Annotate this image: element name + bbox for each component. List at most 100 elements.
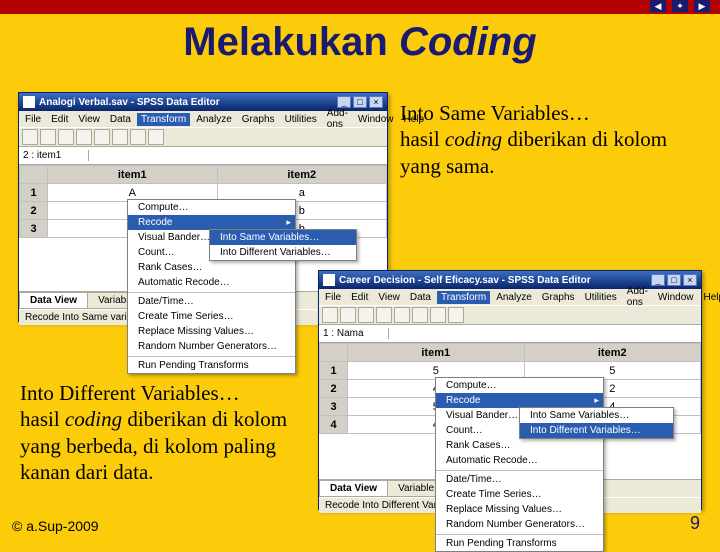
- tab-data-view[interactable]: Data View: [19, 292, 88, 309]
- menu-view[interactable]: View: [374, 291, 404, 304]
- caption1-body-em: coding: [445, 127, 502, 151]
- menu-item-rng[interactable]: Random Number Generators…: [128, 339, 295, 354]
- menu-item-date-time[interactable]: Date/Time…: [436, 470, 603, 487]
- menu-item-replace-missing[interactable]: Replace Missing Values…: [436, 502, 603, 517]
- submenu-into-different[interactable]: Into Different Variables…: [520, 423, 673, 438]
- menubar: File Edit View Data Transform Analyze Gr…: [319, 289, 701, 305]
- menu-utilities[interactable]: Utilities: [581, 291, 621, 304]
- app-icon: [23, 96, 35, 108]
- menu-analyze[interactable]: Analyze: [492, 291, 536, 304]
- slide-nav: ◀ ✦ ▶: [650, 0, 710, 12]
- row-header[interactable]: 2: [20, 202, 48, 220]
- menu-item-recode[interactable]: Recode: [436, 393, 603, 408]
- menu-transform[interactable]: Transform: [437, 291, 490, 304]
- app-icon: [323, 274, 335, 286]
- menu-item-run-pending[interactable]: Run Pending Transforms: [128, 356, 295, 373]
- slide-top-bar: [0, 0, 720, 14]
- menu-help[interactable]: Help: [400, 113, 429, 126]
- menu-analyze[interactable]: Analyze: [192, 113, 236, 126]
- caption2-head: Into Different Variables…: [20, 381, 240, 405]
- menu-item-create-time-series[interactable]: Create Time Series…: [436, 487, 603, 502]
- menu-file[interactable]: File: [321, 291, 345, 304]
- toolbar-button[interactable]: [130, 129, 146, 145]
- transform-dropdown: Compute… Recode Visual Bander… Count… Ra…: [127, 199, 296, 374]
- menu-item-compute[interactable]: Compute…: [128, 200, 295, 215]
- close-button[interactable]: ×: [683, 274, 697, 286]
- menu-window[interactable]: Window: [354, 113, 398, 126]
- row-header[interactable]: 3: [20, 220, 48, 238]
- col-header[interactable]: item1: [348, 344, 525, 362]
- toolbar-button[interactable]: [430, 307, 446, 323]
- col-header[interactable]: item2: [217, 166, 387, 184]
- window-title: Analogi Verbal.sav - SPSS Data Editor: [39, 97, 337, 108]
- menu-item-create-time-series[interactable]: Create Time Series…: [128, 309, 295, 324]
- row-header[interactable]: 4: [320, 416, 348, 434]
- menu-item-date-time[interactable]: Date/Time…: [128, 292, 295, 309]
- corner-cell: [20, 166, 48, 184]
- submenu-into-same[interactable]: Into Same Variables…: [520, 408, 673, 423]
- transform-dropdown: Compute… Recode Visual Bander… Count… Ra…: [435, 377, 604, 552]
- menu-item-rank-cases[interactable]: Rank Cases…: [436, 438, 603, 453]
- toolbar-button[interactable]: [40, 129, 56, 145]
- menu-help[interactable]: Help: [700, 291, 720, 304]
- col-header[interactable]: item1: [48, 166, 218, 184]
- close-button[interactable]: ×: [369, 96, 383, 108]
- tab-data-view[interactable]: Data View: [319, 480, 388, 497]
- toolbar-button[interactable]: [376, 307, 392, 323]
- toolbar-button[interactable]: [148, 129, 164, 145]
- slide-number: 9: [690, 513, 700, 534]
- menu-item-compute[interactable]: Compute…: [436, 378, 603, 393]
- nav-home-icon[interactable]: ✦: [672, 0, 688, 12]
- toolbar-button[interactable]: [76, 129, 92, 145]
- row-header[interactable]: 1: [20, 184, 48, 202]
- menu-item-rank-cases[interactable]: Rank Cases…: [128, 260, 295, 275]
- menu-graphs[interactable]: Graphs: [238, 113, 279, 126]
- toolbar-button[interactable]: [340, 307, 356, 323]
- maximize-button[interactable]: □: [353, 96, 367, 108]
- title-word-2: Coding: [399, 20, 537, 64]
- window-title: Career Decision - Self Eficacy.sav - SPS…: [339, 275, 651, 286]
- row-header[interactable]: 1: [320, 362, 348, 380]
- menu-item-automatic-recode[interactable]: Automatic Recode…: [128, 275, 295, 290]
- cell-reference: 2 : item1: [19, 150, 89, 161]
- submenu-into-different[interactable]: Into Different Variables…: [210, 245, 356, 260]
- toolbar-button[interactable]: [358, 307, 374, 323]
- menu-item-automatic-recode[interactable]: Automatic Recode…: [436, 453, 603, 468]
- recode-submenu: Into Same Variables… Into Different Vari…: [209, 229, 357, 261]
- menu-transform[interactable]: Transform: [137, 113, 190, 126]
- nav-back-icon[interactable]: ◀: [650, 0, 666, 12]
- minimize-button[interactable]: _: [651, 274, 665, 286]
- menu-utilities[interactable]: Utilities: [281, 113, 321, 126]
- toolbar-button[interactable]: [394, 307, 410, 323]
- caption1-head: Into Same Variables…: [400, 101, 590, 125]
- toolbar-button[interactable]: [58, 129, 74, 145]
- menu-view[interactable]: View: [74, 113, 104, 126]
- toolbar-button[interactable]: [412, 307, 428, 323]
- menu-edit[interactable]: Edit: [47, 113, 72, 126]
- menu-item-rng[interactable]: Random Number Generators…: [436, 517, 603, 532]
- menu-window[interactable]: Window: [654, 291, 698, 304]
- row-header[interactable]: 2: [320, 380, 348, 398]
- col-header[interactable]: item2: [524, 344, 701, 362]
- menu-file[interactable]: File: [21, 113, 45, 126]
- menu-item-run-pending[interactable]: Run Pending Transforms: [436, 534, 603, 551]
- toolbar-button[interactable]: [22, 129, 38, 145]
- menu-item-replace-missing[interactable]: Replace Missing Values…: [128, 324, 295, 339]
- menu-data[interactable]: Data: [106, 113, 135, 126]
- toolbar-button[interactable]: [322, 307, 338, 323]
- menu-item-recode[interactable]: Recode: [128, 215, 295, 230]
- maximize-button[interactable]: □: [667, 274, 681, 286]
- data-grid[interactable]: item1item2 155 242 354 443 Compute… Reco…: [319, 343, 701, 479]
- menu-edit[interactable]: Edit: [347, 291, 372, 304]
- toolbar-button[interactable]: [448, 307, 464, 323]
- menu-data[interactable]: Data: [406, 291, 435, 304]
- menu-addons[interactable]: Add-ons: [623, 285, 652, 309]
- menu-graphs[interactable]: Graphs: [538, 291, 579, 304]
- toolbar-button[interactable]: [112, 129, 128, 145]
- nav-forward-icon[interactable]: ▶: [694, 0, 710, 12]
- menu-addons[interactable]: Add-ons: [323, 107, 352, 131]
- toolbar-button[interactable]: [94, 129, 110, 145]
- cell-reference: 1 : Nama: [319, 328, 389, 339]
- submenu-into-same[interactable]: Into Same Variables…: [210, 230, 356, 245]
- row-header[interactable]: 3: [320, 398, 348, 416]
